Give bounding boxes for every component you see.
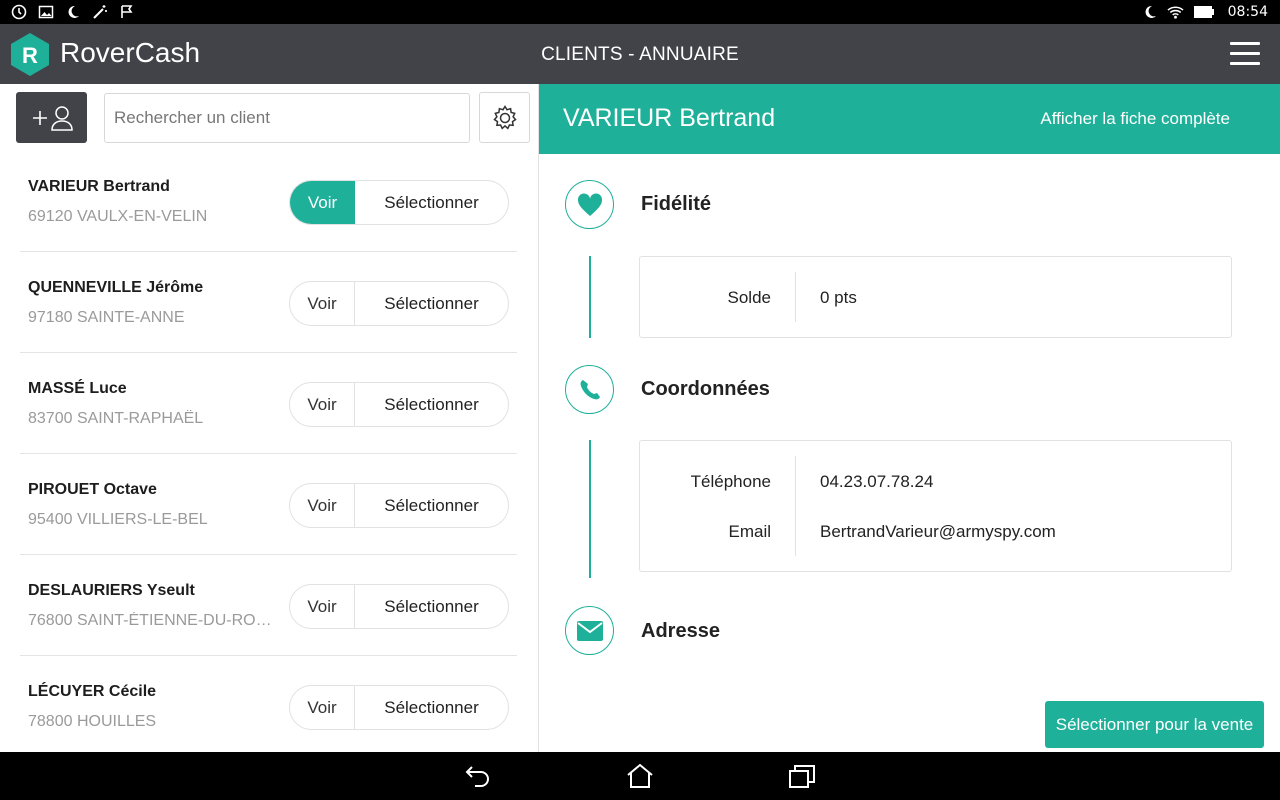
moon-icon bbox=[1142, 3, 1159, 20]
search-input[interactable] bbox=[104, 93, 470, 143]
solde-label: Solde bbox=[727, 288, 771, 307]
voir-button[interactable]: Voir bbox=[290, 484, 355, 527]
add-user-icon bbox=[32, 105, 73, 131]
select-button[interactable]: Sélectionner bbox=[355, 181, 508, 224]
client-actions: Voir Sélectionner bbox=[289, 382, 509, 427]
email-label: Email bbox=[728, 522, 771, 541]
client-list-pane: VARIEUR Bertrand 69120 VAULX-EN-VELIN Vo… bbox=[0, 84, 538, 752]
detail-header: VARIEUR Bertrand Afficher la fiche compl… bbox=[539, 84, 1280, 154]
voir-button[interactable]: Voir bbox=[290, 181, 355, 224]
client-row: DESLAURIERS Yseult 76800 SAINT-ÉTIENNE-D… bbox=[20, 555, 517, 656]
client-city: 69120 VAULX-EN-VELIN bbox=[28, 208, 208, 225]
voir-button[interactable]: Voir bbox=[290, 383, 355, 426]
phone-icon bbox=[565, 365, 614, 414]
moon-icon bbox=[64, 3, 81, 20]
telephone-label: Téléphone bbox=[690, 472, 771, 491]
client-city: 76800 SAINT-ÉTIENNE-DU-ROUVRAY bbox=[28, 612, 283, 629]
add-client-button[interactable] bbox=[16, 92, 87, 143]
settings-button[interactable] bbox=[479, 92, 530, 143]
select-button[interactable]: Sélectionner bbox=[355, 686, 508, 729]
sync-icon bbox=[10, 3, 27, 20]
select-button[interactable]: Sélectionner bbox=[355, 383, 508, 426]
client-row: MASSÉ Luce 83700 SAINT-RAPHAËL Voir Séle… bbox=[20, 353, 517, 454]
client-city: 97180 SAINTE-ANNE bbox=[28, 309, 185, 326]
gear-icon bbox=[492, 104, 517, 130]
section-title-adresse: Adresse bbox=[641, 620, 720, 642]
envelope-icon bbox=[565, 606, 614, 655]
timeline-line bbox=[589, 256, 591, 338]
client-detail-pane: VARIEUR Bertrand Afficher la fiche compl… bbox=[539, 84, 1280, 752]
home-icon[interactable] bbox=[625, 762, 655, 790]
client-actions: Voir Sélectionner bbox=[289, 584, 509, 629]
hamburger-menu-icon[interactable] bbox=[1230, 42, 1260, 66]
image-icon bbox=[37, 3, 54, 20]
page-title: CLIENTS - ANNUAIRE bbox=[541, 44, 739, 65]
recent-apps-icon[interactable] bbox=[787, 762, 817, 790]
client-city: 78800 HOUILLES bbox=[28, 713, 157, 730]
fidelite-card: Solde 0 pts bbox=[639, 256, 1232, 338]
client-city: 83700 SAINT-RAPHAËL bbox=[28, 410, 204, 427]
client-name: LÉCUYER Cécile bbox=[28, 683, 157, 700]
section-title-fidelite: Fidélité bbox=[641, 193, 712, 215]
flag-icon bbox=[118, 3, 135, 20]
client-actions: Voir Sélectionner bbox=[289, 281, 509, 326]
client-name: VARIEUR Bertrand bbox=[28, 178, 170, 195]
timeline-line bbox=[589, 440, 591, 578]
heart-icon bbox=[565, 180, 614, 229]
system-nav-bar bbox=[0, 752, 1280, 800]
client-row: VARIEUR Bertrand 69120 VAULX-EN-VELIN Vo… bbox=[20, 151, 517, 252]
client-row: PIROUET Octave 95400 VILLIERS-LE-BEL Voi… bbox=[20, 454, 517, 555]
section-title-coordonnees: Coordonnées bbox=[641, 378, 770, 400]
telephone-value: 04.23.07.78.24 bbox=[820, 472, 934, 491]
solde-value: 0 pts bbox=[820, 288, 857, 307]
select-button[interactable]: Sélectionner bbox=[355, 282, 508, 325]
voir-button[interactable]: Voir bbox=[290, 686, 355, 729]
battery-icon bbox=[1192, 3, 1216, 20]
select-button[interactable]: Sélectionner bbox=[355, 585, 508, 628]
client-row: QUENNEVILLE Jérôme 97180 SAINTE-ANNE Voi… bbox=[20, 252, 517, 353]
app-bar: R RoverCash CLIENTS - ANNUAIRE bbox=[0, 24, 1280, 84]
full-profile-link[interactable]: Afficher la fiche complète bbox=[1040, 109, 1230, 129]
coordonnees-card: Téléphone 04.23.07.78.24 Email BertrandV… bbox=[639, 440, 1232, 572]
status-bar: 08:54 bbox=[0, 0, 1280, 24]
client-actions: Voir Sélectionner bbox=[289, 180, 509, 225]
client-name: QUENNEVILLE Jérôme bbox=[28, 279, 204, 296]
voir-button[interactable]: Voir bbox=[290, 585, 355, 628]
back-icon[interactable] bbox=[463, 762, 493, 790]
client-name: MASSÉ Luce bbox=[28, 380, 127, 397]
client-actions: Voir Sélectionner bbox=[289, 483, 509, 528]
client-row: LÉCUYER Cécile 78800 HOUILLES Voir Sélec… bbox=[20, 656, 517, 757]
client-name: PIROUET Octave bbox=[28, 481, 157, 498]
client-city: 95400 VILLIERS-LE-BEL bbox=[28, 511, 208, 528]
detail-client-name: VARIEUR Bertrand bbox=[563, 104, 776, 132]
magic-wand-icon bbox=[91, 3, 108, 20]
wifi-icon bbox=[1167, 3, 1184, 20]
select-for-sale-button[interactable]: Sélectionner pour la vente bbox=[1045, 701, 1264, 748]
client-actions: Voir Sélectionner bbox=[289, 685, 509, 730]
select-button[interactable]: Sélectionner bbox=[355, 484, 508, 527]
email-value: BertrandVarieur@armyspy.com bbox=[820, 522, 1056, 541]
client-name: DESLAURIERS Yseult bbox=[28, 582, 195, 599]
client-list: VARIEUR Bertrand 69120 VAULX-EN-VELIN Vo… bbox=[20, 151, 517, 757]
clock: 08:54 bbox=[1227, 3, 1268, 20]
voir-button[interactable]: Voir bbox=[290, 282, 355, 325]
